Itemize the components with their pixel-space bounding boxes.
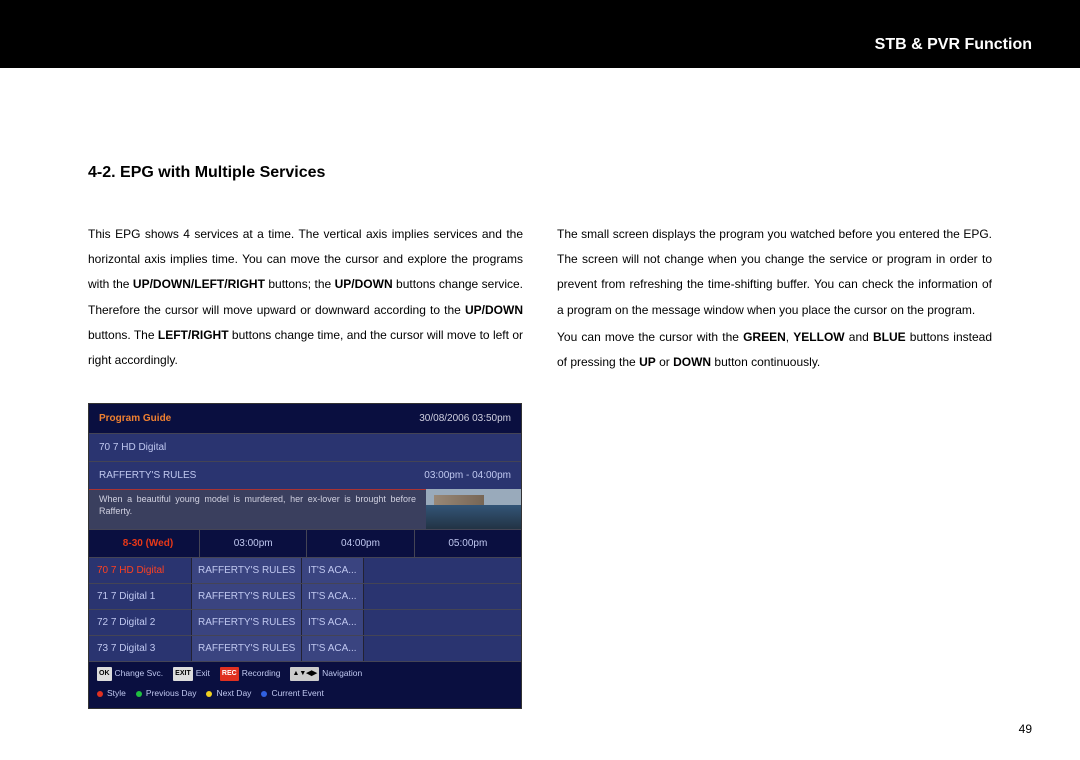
foot-prev-day: Previous Day — [136, 685, 197, 703]
right-paragraph-2: You can move the cursor with the GREEN, … — [557, 325, 992, 375]
epg-row-cell: RAFFERTY'S RULES — [191, 584, 301, 609]
epg-row-service: 72 7 Digital 2 — [89, 610, 191, 635]
epg-time-2: 05:00pm — [414, 530, 521, 557]
epg-current-program: RAFFERTY'S RULES — [99, 465, 424, 486]
epg-row-cell — [363, 636, 522, 661]
foot-exit: EXITExit — [173, 665, 210, 683]
epg-time-1: 04:00pm — [306, 530, 413, 557]
epg-current-program-time: 03:00pm - 04:00pm — [424, 465, 511, 486]
epg-row-cell: IT'S ACA... — [301, 584, 363, 609]
epg-grid-date: 8-30 (Wed) — [89, 530, 199, 557]
foot-style: Style — [97, 685, 126, 703]
header-title: STB & PVR Function — [875, 36, 1032, 54]
epg-row-service: 70 7 HD Digital — [89, 558, 191, 583]
foot-recording: RECRecording — [220, 665, 281, 683]
epg-row-cell: IT'S ACA... — [301, 636, 363, 661]
left-column: This EPG shows 4 services at a time. The… — [88, 210, 523, 709]
epg-title: Program Guide — [99, 408, 171, 429]
epg-screenshot: Program Guide 30/08/2006 03:50pm 70 7 HD… — [88, 403, 522, 709]
epg-grid-row: 70 7 HD Digital RAFFERTY'S RULES IT'S AC… — [89, 557, 521, 583]
foot-next-day: Next Day — [206, 685, 251, 703]
epg-current-program-row: RAFFERTY'S RULES 03:00pm - 04:00pm — [89, 461, 521, 489]
epg-grid-row: 72 7 Digital 2 RAFFERTY'S RULES IT'S ACA… — [89, 609, 521, 635]
page-number: 49 — [1019, 722, 1032, 736]
two-columns: This EPG shows 4 services at a time. The… — [88, 210, 992, 709]
epg-preview-thumb — [426, 489, 521, 529]
epg-preview-row: When a beautiful young model is murdered… — [89, 489, 521, 529]
epg-grid-row: 71 7 Digital 1 RAFFERTY'S RULES IT'S ACA… — [89, 583, 521, 609]
epg-row-cell — [363, 558, 522, 583]
epg-description: When a beautiful young model is murdered… — [89, 489, 426, 529]
epg-row-cell: RAFFERTY'S RULES — [191, 558, 301, 583]
epg-row-cell: IT'S ACA... — [301, 558, 363, 583]
epg-row-service: 71 7 Digital 1 — [89, 584, 191, 609]
epg-grid-row: 73 7 Digital 3 RAFFERTY'S RULES IT'S ACA… — [89, 635, 521, 661]
epg-top-bar: Program Guide 30/08/2006 03:50pm — [89, 404, 521, 433]
epg-grid-header: 8-30 (Wed) 03:00pm 04:00pm 05:00pm — [89, 529, 521, 557]
epg-row-service: 73 7 Digital 3 — [89, 636, 191, 661]
foot-change-svc: OKChange Svc. — [97, 665, 163, 683]
epg-time-0: 03:00pm — [199, 530, 306, 557]
page-content: 4-2. EPG with Multiple Services This EPG… — [0, 164, 1080, 709]
foot-current-event: Current Event — [261, 685, 323, 703]
section-title: 4-2. EPG with Multiple Services — [88, 164, 992, 182]
right-column: The small screen displays the program yo… — [557, 210, 992, 709]
epg-row-cell — [363, 610, 522, 635]
epg-row-cell: RAFFERTY'S RULES — [191, 636, 301, 661]
epg-current-service: 70 7 HD Digital — [89, 433, 521, 461]
epg-row-cell: IT'S ACA... — [301, 610, 363, 635]
epg-datetime: 30/08/2006 03:50pm — [419, 408, 511, 429]
epg-row-cell: RAFFERTY'S RULES — [191, 610, 301, 635]
right-paragraph-1: The small screen displays the program yo… — [557, 222, 992, 323]
epg-row-cell — [363, 584, 522, 609]
left-paragraph: This EPG shows 4 services at a time. The… — [88, 222, 523, 373]
header-bar: STB & PVR Function — [0, 0, 1080, 68]
epg-footer: OKChange Svc. EXITExit RECRecording ▲▼◀▶… — [89, 661, 521, 708]
foot-navigation: ▲▼◀▶Navigation — [290, 665, 362, 683]
